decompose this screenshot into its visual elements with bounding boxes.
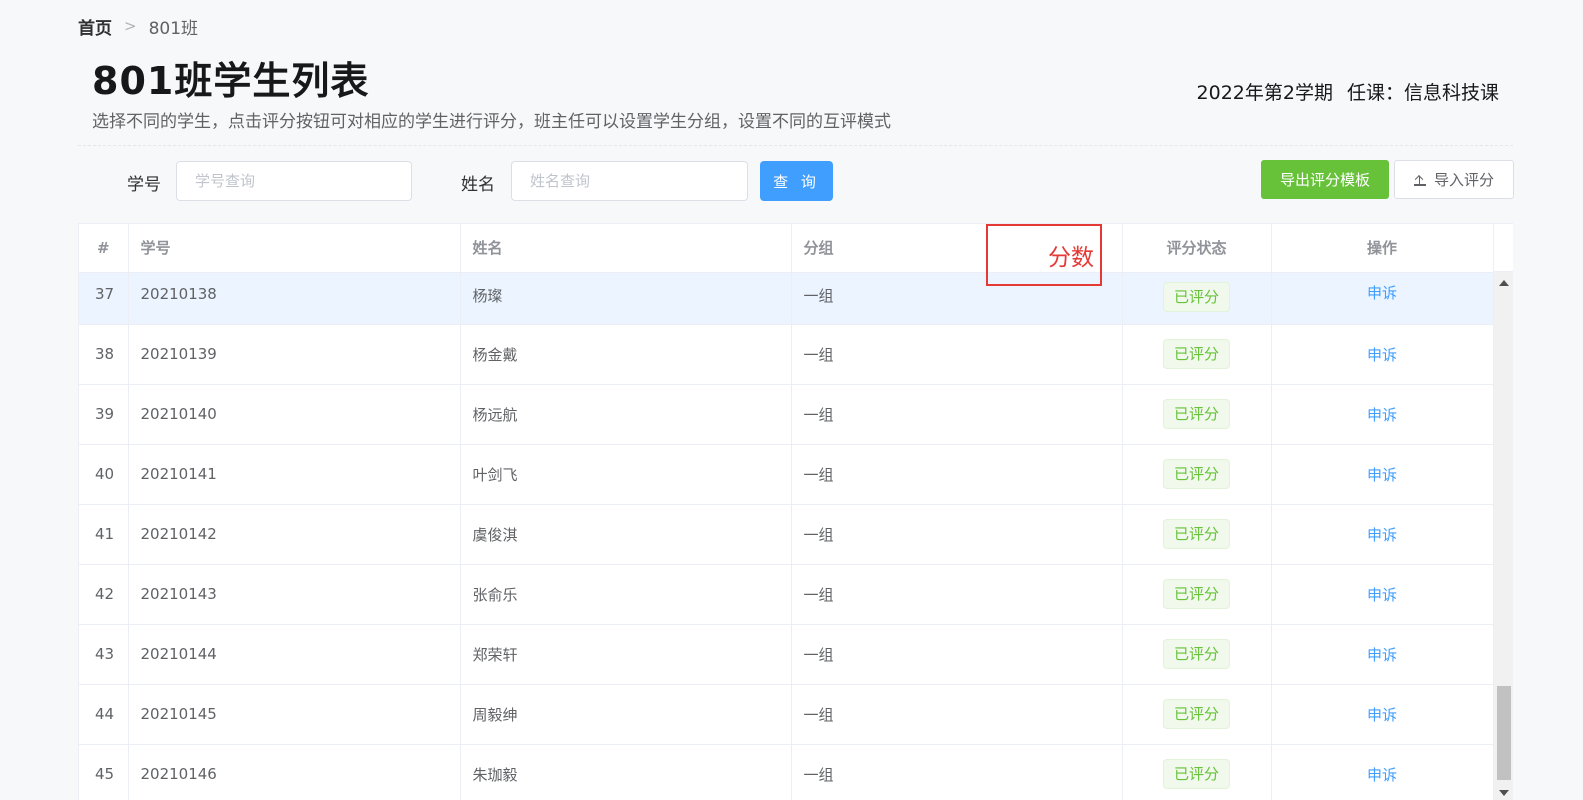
table-scrollbar[interactable] <box>1493 272 1513 800</box>
row-group: 一组 <box>791 744 1123 800</box>
row-group: 一组 <box>791 324 1123 385</box>
row-name: 周毅绅 <box>460 684 792 745</box>
status-badge: 已评分 <box>1162 339 1230 369</box>
status-badge: 已评分 <box>1162 639 1230 669</box>
row-name: 虞俊淇 <box>460 504 792 565</box>
row-index: 42 <box>79 564 129 625</box>
scroll-up-icon[interactable] <box>1499 280 1509 286</box>
student-id-label: 学号 <box>127 175 161 195</box>
status-badge: 已评分 <box>1162 759 1230 789</box>
term-label: 2022年第2学期 <box>1196 82 1333 104</box>
query-button[interactable]: 查 询 <box>760 161 833 201</box>
row-name: 杨远航 <box>460 384 792 445</box>
row-name: 朱珈毅 <box>460 744 792 800</box>
row-index: 39 <box>79 384 129 445</box>
row-group: 一组 <box>791 684 1123 745</box>
appeal-link[interactable]: 申诉 <box>1367 406 1397 424</box>
row-index: 41 <box>79 504 129 565</box>
row-student-id: 20210146 <box>128 744 461 800</box>
table-row[interactable]: 38 20210139 杨金戴 一组 已评分 申诉 <box>79 324 1494 385</box>
table-header-gutter <box>1493 224 1513 272</box>
table-row[interactable]: 37 20210138 杨璨 一组 已评分 申诉 <box>79 272 1494 325</box>
row-name: 张俞乐 <box>460 564 792 625</box>
row-student-id: 20210145 <box>128 684 461 745</box>
row-group: 一组 <box>791 624 1123 685</box>
row-group: 一组 <box>791 504 1123 565</box>
row-index: 38 <box>79 324 129 385</box>
table-row[interactable]: 39 20210140 杨远航 一组 已评分 申诉 <box>79 384 1494 445</box>
status-badge: 已评分 <box>1162 459 1230 489</box>
appeal-link[interactable]: 申诉 <box>1367 706 1397 724</box>
table-row[interactable]: 42 20210143 张俞乐 一组 已评分 申诉 <box>79 564 1494 625</box>
row-index: 44 <box>79 684 129 745</box>
export-template-button[interactable]: 导出评分模板 <box>1261 160 1389 199</box>
appeal-link[interactable]: 申诉 <box>1367 586 1397 604</box>
score-column-highlight: 分数 <box>986 224 1102 286</box>
import-score-label: 导入评分 <box>1433 171 1494 189</box>
scroll-down-icon[interactable] <box>1499 790 1509 796</box>
status-badge: 已评分 <box>1162 399 1230 429</box>
appeal-link[interactable]: 申诉 <box>1367 284 1397 302</box>
row-name: 杨金戴 <box>460 324 792 385</box>
row-student-id: 20210142 <box>128 504 461 565</box>
row-group: 一组 <box>791 384 1123 445</box>
row-group: 一组 <box>791 564 1123 625</box>
row-index: 45 <box>79 744 129 800</box>
table-row[interactable]: 40 20210141 叶剑飞 一组 已评分 申诉 <box>79 444 1494 505</box>
row-student-id: 20210141 <box>128 444 461 505</box>
col-operation: 操作 <box>1271 224 1494 273</box>
row-index: 43 <box>79 624 129 685</box>
table-row[interactable]: 41 20210142 虞俊淇 一组 已评分 申诉 <box>79 504 1494 565</box>
upload-icon <box>1413 174 1426 186</box>
chevron-right-icon: > <box>124 17 137 35</box>
row-index: 37 <box>79 272 129 325</box>
scroll-thumb[interactable] <box>1497 686 1511 780</box>
col-name[interactable]: 姓名 <box>460 224 792 273</box>
score-column-label: 分数 <box>1048 245 1094 271</box>
breadcrumb: 首页 > 801班 <box>78 14 199 39</box>
col-student-id[interactable]: 学号 <box>128 224 461 273</box>
appeal-link[interactable]: 申诉 <box>1367 466 1397 484</box>
appeal-link[interactable]: 申诉 <box>1367 766 1397 784</box>
col-index: # <box>79 224 129 273</box>
breadcrumb-current: 801班 <box>148 18 199 39</box>
term-info: 2022年第2学期 任课：信息科技课 <box>1197 78 1499 105</box>
status-badge: 已评分 <box>1162 699 1230 729</box>
appeal-link[interactable]: 申诉 <box>1367 646 1397 664</box>
col-status[interactable]: 评分状态 <box>1122 224 1272 273</box>
row-group: 一组 <box>791 444 1123 505</box>
row-student-id: 20210144 <box>128 624 461 685</box>
import-score-button[interactable]: 导入评分 <box>1394 160 1514 199</box>
row-name: 叶剑飞 <box>460 444 792 505</box>
row-student-id: 20210138 <box>128 272 461 325</box>
divider <box>78 145 1513 146</box>
student-id-input[interactable] <box>176 161 412 201</box>
row-name: 郑荣轩 <box>460 624 792 685</box>
table-row[interactable]: 43 20210144 郑荣轩 一组 已评分 申诉 <box>79 624 1494 685</box>
row-index: 40 <box>79 444 129 505</box>
name-label: 姓名 <box>461 175 495 195</box>
table-row[interactable]: 44 20210145 周毅绅 一组 已评分 申诉 <box>79 684 1494 745</box>
row-student-id: 20210140 <box>128 384 461 445</box>
row-name: 杨璨 <box>460 272 792 325</box>
page-description: 选择不同的学生，点击评分按钮可对相应的学生进行评分，班主任可以设置学生分组，设置… <box>92 112 891 132</box>
student-table: # 学号 姓名 分组 评分状态 操作 37 20210138 杨璨 一组 已评分… <box>78 223 1513 800</box>
page-title: 801班学生列表 <box>92 59 370 103</box>
table-row[interactable]: 45 20210146 朱珈毅 一组 已评分 申诉 <box>79 744 1494 800</box>
appeal-link[interactable]: 申诉 <box>1367 346 1397 364</box>
status-badge: 已评分 <box>1162 579 1230 609</box>
row-student-id: 20210139 <box>128 324 461 385</box>
row-student-id: 20210143 <box>128 564 461 625</box>
course-label: 任课：信息科技课 <box>1346 82 1499 104</box>
status-badge: 已评分 <box>1162 519 1230 549</box>
breadcrumb-home[interactable]: 首页 <box>78 14 112 39</box>
table-header: # 学号 姓名 分组 评分状态 操作 <box>79 224 1494 273</box>
name-input[interactable] <box>511 161 748 201</box>
appeal-link[interactable]: 申诉 <box>1367 526 1397 544</box>
status-badge: 已评分 <box>1162 281 1230 312</box>
